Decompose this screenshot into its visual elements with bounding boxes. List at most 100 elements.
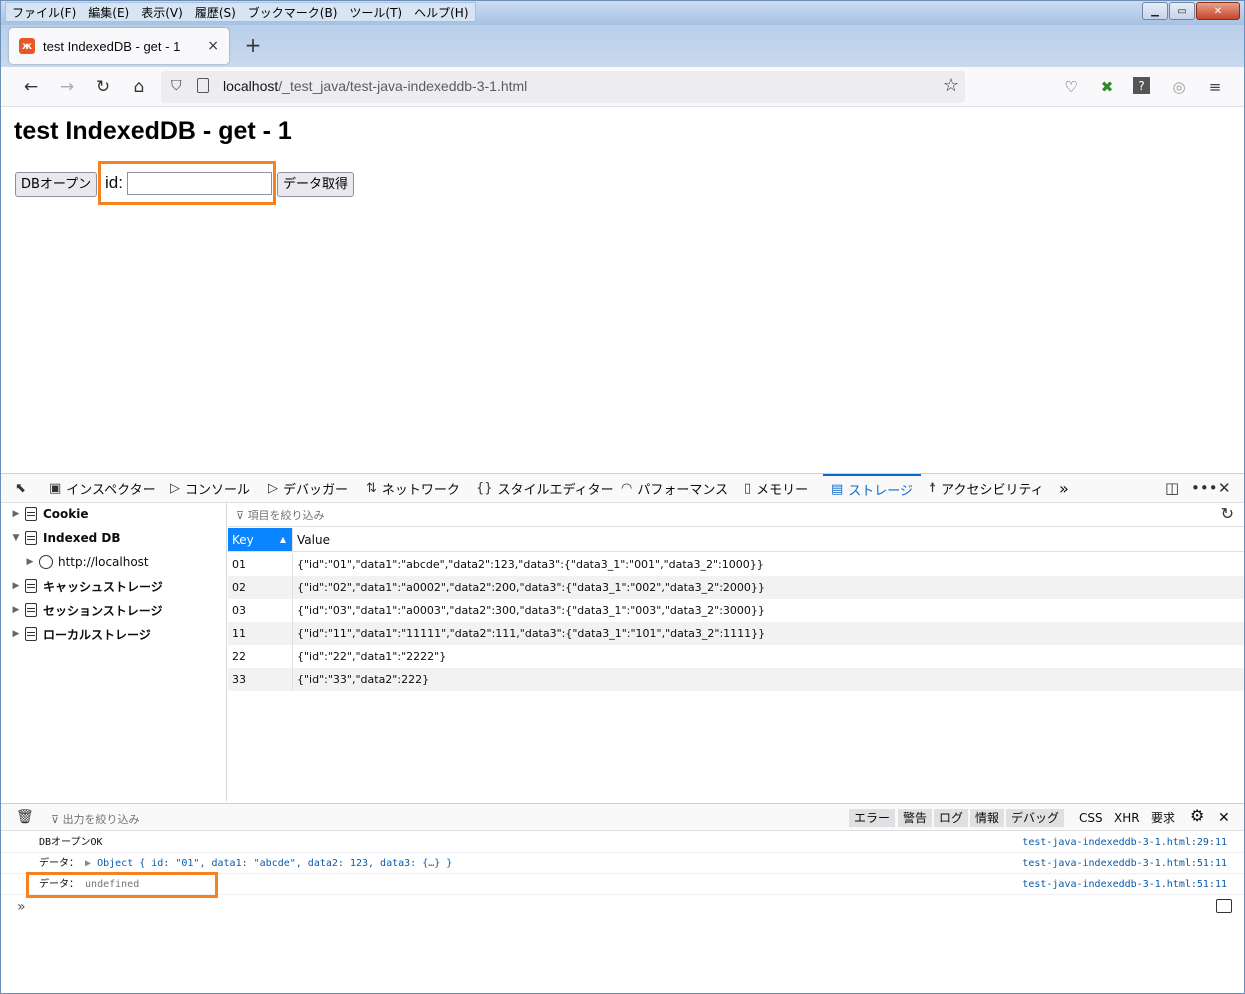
tab-network-label: ネットワーク xyxy=(381,483,460,498)
split-console-icon[interactable] xyxy=(1216,899,1232,913)
console-close-icon[interactable]: ✕ xyxy=(1213,809,1235,827)
column-header-value[interactable]: Value xyxy=(292,528,1244,552)
row-value: {"id":"02","data1":"a0002","data2":200,"… xyxy=(292,576,765,599)
hamburger-menu-icon[interactable]: ≡ xyxy=(1205,77,1225,97)
url-text[interactable]: localhost/_test_java/test-java-indexeddb… xyxy=(223,78,527,94)
reload-icon[interactable]: ↻ xyxy=(91,75,115,99)
page-info-icon[interactable] xyxy=(197,78,209,93)
console-filter-input[interactable]: ⊽ 出力を絞り込み xyxy=(51,811,140,827)
table-row[interactable]: 03 {"id":"03","data1":"a0003","data2":300… xyxy=(228,599,1244,622)
dock-toggle-icon[interactable]: ◫ xyxy=(1165,479,1179,497)
extension-icon[interactable]: ✖ xyxy=(1097,77,1117,97)
menu-edit[interactable]: 編集(E) xyxy=(82,3,135,21)
nav-bar: ← → ↻ ⌂ ⛉ localhost/_test_java/test-java… xyxy=(1,67,1244,107)
console-source-link[interactable]: test-java-indexeddb-3-1.html:51:11 xyxy=(1022,853,1227,874)
maximize-button[interactable]: ▭ xyxy=(1169,2,1195,20)
tab-performance[interactable]: ◠ パフォーマンス xyxy=(621,474,728,503)
menu-bar: ファイル(F) 編集(E) 表示(V) 履歴(S) ブックマーク(B) ツール(… xyxy=(5,2,476,22)
url-host: localhost xyxy=(223,78,279,94)
storage-icon xyxy=(25,627,37,641)
column-key-label: Key xyxy=(232,533,254,547)
tree-cookie[interactable]: ▶ Cookie xyxy=(1,503,89,525)
url-bar[interactable]: ⛉ localhost/_test_java/test-java-indexed… xyxy=(161,71,965,103)
tree-localhost-label: http://localhost xyxy=(58,555,149,569)
menu-file[interactable]: ファイル(F) xyxy=(6,3,82,21)
console-source-link[interactable]: test-java-indexeddb-3-1.html:29:11 xyxy=(1022,832,1227,853)
more-tabs-chevron-icon[interactable]: » xyxy=(1059,474,1069,503)
tab-storage[interactable]: ▤ ストレージ xyxy=(823,474,922,503)
tab-debugger[interactable]: ▷ デバッガー xyxy=(268,474,348,503)
console-message: DBオープンOK test-java-indexeddb-3-1.html:29… xyxy=(1,832,1244,853)
minimize-button[interactable]: ▁ xyxy=(1142,2,1168,20)
console-source-link[interactable]: test-java-indexeddb-3-1.html:51:11 xyxy=(1022,874,1227,895)
xhr-filter-toggle[interactable]: XHR xyxy=(1109,809,1145,827)
id-input[interactable] xyxy=(127,172,272,195)
element-picker-icon[interactable]: ⬉ xyxy=(15,474,26,503)
tab-memory[interactable]: ▯ メモリー xyxy=(744,474,808,503)
forward-arrow-icon[interactable]: → xyxy=(55,75,79,99)
pocket-icon[interactable]: ♡ xyxy=(1061,77,1081,97)
help-extension-icon[interactable]: ? xyxy=(1133,77,1150,94)
new-tab-button[interactable]: + xyxy=(241,33,265,57)
level-info-toggle[interactable]: 情報 xyxy=(970,809,1005,827)
console-settings-gear-icon[interactable]: ⚙ xyxy=(1185,807,1209,825)
style-editor-icon: {} xyxy=(476,481,493,496)
tab-accessibility[interactable]: ☨ アクセシビリティ xyxy=(929,474,1044,503)
console-message: データ： ▶ Object { id: "01", data1: "abcde"… xyxy=(1,853,1244,874)
message-prefix: データ： xyxy=(39,858,79,869)
menu-view[interactable]: 表示(V) xyxy=(135,3,189,21)
clear-console-trash-icon[interactable]: 🗑 xyxy=(16,809,34,825)
expand-object-arrow-icon[interactable]: ▶ xyxy=(85,858,91,869)
menu-help[interactable]: ヘルプ(H) xyxy=(408,3,474,21)
object-preview[interactable]: Object { id: "01", data1: "abcde", data2… xyxy=(97,858,452,869)
level-debug-toggle[interactable]: デバッグ xyxy=(1006,809,1065,827)
devtools-close-icon[interactable]: ✕ xyxy=(1218,479,1231,497)
tab-inspector[interactable]: ▣ インスペクター xyxy=(49,474,156,503)
storage-filter-bar[interactable]: ⊽ 項目を絞り込み ↻ xyxy=(228,503,1244,527)
table-row[interactable]: 01 {"id":"01","data1":"abcde","data2":123… xyxy=(228,553,1244,576)
console-prompt-chevron-icon[interactable]: » xyxy=(17,899,26,915)
tab-style-editor[interactable]: {} スタイルエディター xyxy=(476,474,614,503)
bookmark-star-icon[interactable]: ☆ xyxy=(943,75,959,96)
tree-localhost[interactable]: ▶ http://localhost xyxy=(25,551,149,573)
get-data-button[interactable]: データ取得 xyxy=(277,172,355,197)
storage-table: Key ▲ Value 01 {"id":"01","data1":"abcde",… xyxy=(228,528,1244,801)
table-row[interactable]: 33 {"id":"33","data2":222} xyxy=(228,668,1244,691)
tab-console[interactable]: ▷ コンソール xyxy=(170,474,250,503)
level-error-toggle[interactable]: エラー xyxy=(849,809,896,827)
tree-session-storage-label: セッションストレージ xyxy=(43,603,163,618)
tab-title: test IndexedDB - get - 1 xyxy=(43,38,181,54)
account-icon[interactable]: ◎ xyxy=(1169,77,1189,97)
tree-cache-storage[interactable]: ▶ キャッシュストレージ xyxy=(1,575,163,597)
tab-memory-label: メモリー xyxy=(756,483,809,498)
db-open-button[interactable]: DBオープン xyxy=(15,172,98,197)
tab-active[interactable]: ж test IndexedDB - get - 1 × xyxy=(9,28,229,64)
level-warning-toggle[interactable]: 警告 xyxy=(898,809,933,827)
devtools-menu-icon[interactable]: ••• xyxy=(1191,479,1218,497)
storage-sidebar: ▶ Cookie ▼ Indexed DB ▶ http://localhost ▶ キ… xyxy=(1,503,227,801)
menu-tools[interactable]: ツール(T) xyxy=(343,3,408,21)
back-arrow-icon[interactable]: ← xyxy=(19,75,43,99)
home-icon[interactable]: ⌂ xyxy=(127,75,151,99)
tab-network[interactable]: ⇅ ネットワーク xyxy=(366,474,460,503)
tree-indexed-db[interactable]: ▼ Indexed DB xyxy=(1,527,121,549)
row-value: {"id":"01","data1":"abcde","data2":123,"… xyxy=(292,553,764,576)
menu-bookmarks[interactable]: ブックマーク(B) xyxy=(242,3,344,21)
level-log-toggle[interactable]: ログ xyxy=(934,809,969,827)
menu-history[interactable]: 履歴(S) xyxy=(189,3,242,21)
tree-local-storage[interactable]: ▶ ローカルストレージ xyxy=(1,623,151,645)
table-row[interactable]: 22 {"id":"22","data1":"2222"} xyxy=(228,645,1244,668)
tracking-shield-icon[interactable]: ⛉ xyxy=(171,78,182,94)
tab-close-icon[interactable]: × xyxy=(207,38,219,54)
tree-local-storage-label: ローカルストレージ xyxy=(43,627,151,642)
table-row[interactable]: 11 {"id":"11","data1":"11111","data2":111… xyxy=(228,622,1244,645)
column-header-key[interactable]: Key ▲ xyxy=(228,528,292,552)
storage-filter-input[interactable]: ⊽ 項目を絞り込み xyxy=(236,507,325,523)
page-title: test IndexedDB - get - 1 xyxy=(14,117,292,145)
close-window-button[interactable]: ✕ xyxy=(1196,2,1240,20)
requests-filter-toggle[interactable]: 要求 xyxy=(1146,809,1180,827)
tree-session-storage[interactable]: ▶ セッションストレージ xyxy=(1,599,163,621)
table-row[interactable]: 02 {"id":"02","data1":"a0002","data2":200… xyxy=(228,576,1244,599)
css-filter-toggle[interactable]: CSS xyxy=(1074,809,1108,827)
refresh-icon[interactable]: ↻ xyxy=(1221,504,1234,523)
